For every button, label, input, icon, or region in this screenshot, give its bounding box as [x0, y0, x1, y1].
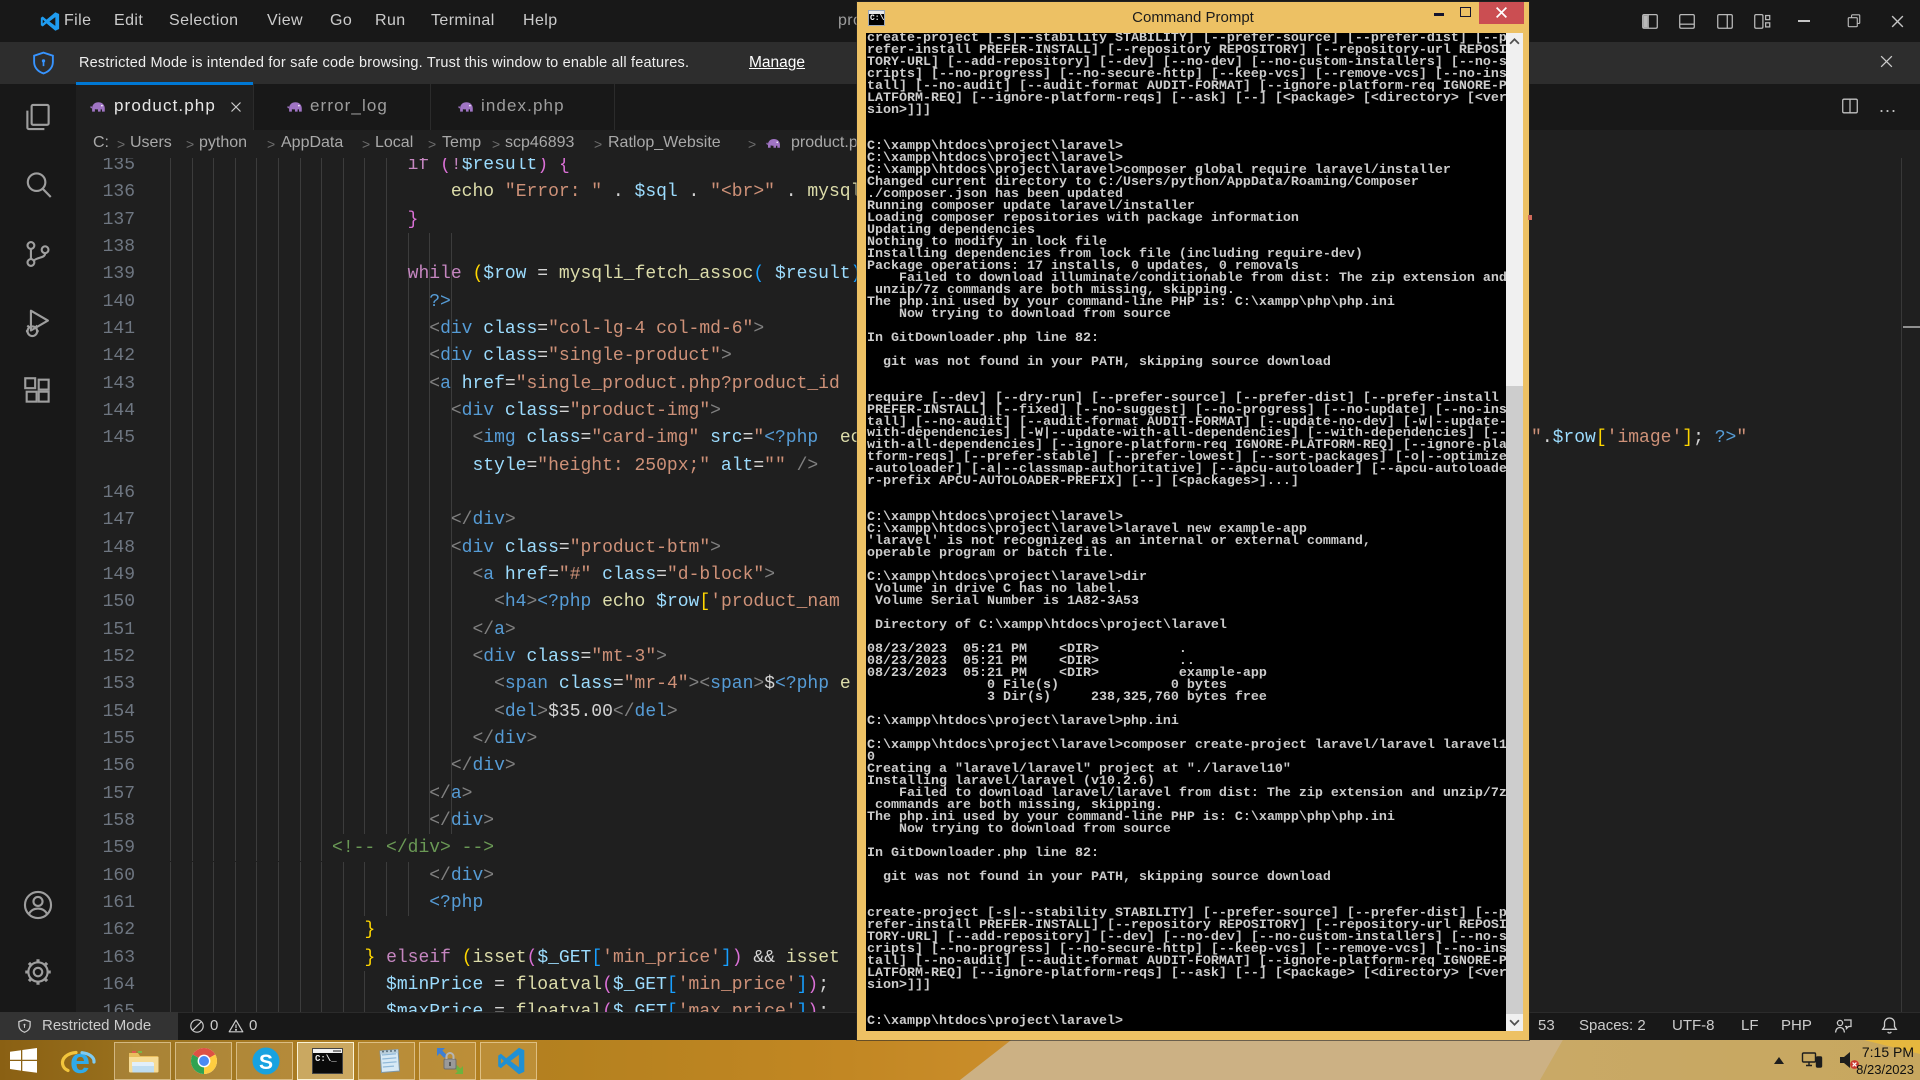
svg-text:S: S	[259, 1051, 273, 1074]
svg-text:e: e	[70, 1042, 90, 1080]
